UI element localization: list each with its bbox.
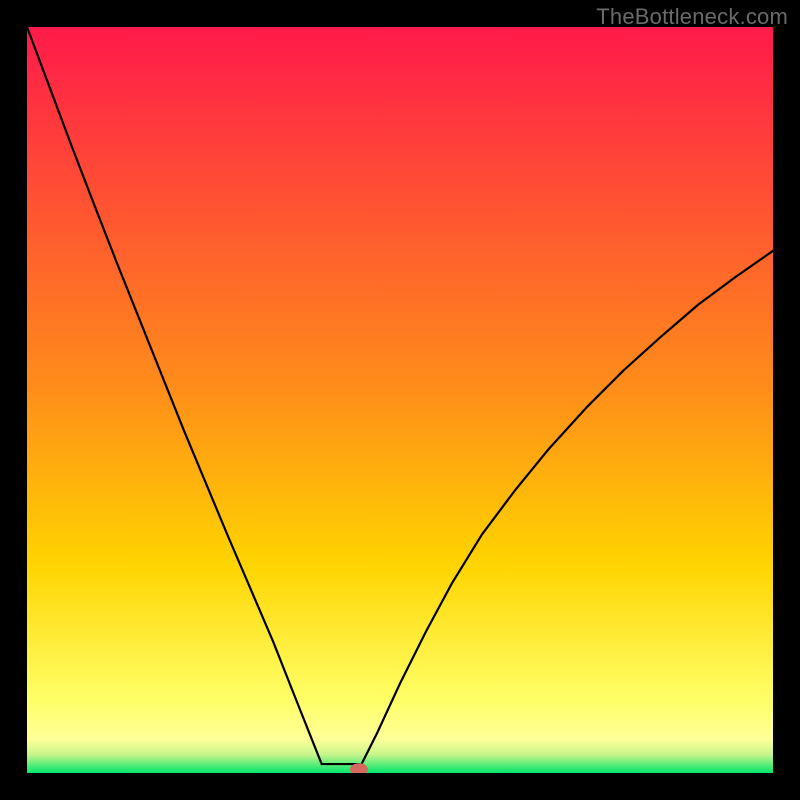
watermark-text: TheBottleneck.com (596, 4, 788, 30)
bottleneck-chart (27, 27, 773, 773)
gradient-background (27, 27, 773, 773)
chart-frame (27, 27, 773, 773)
